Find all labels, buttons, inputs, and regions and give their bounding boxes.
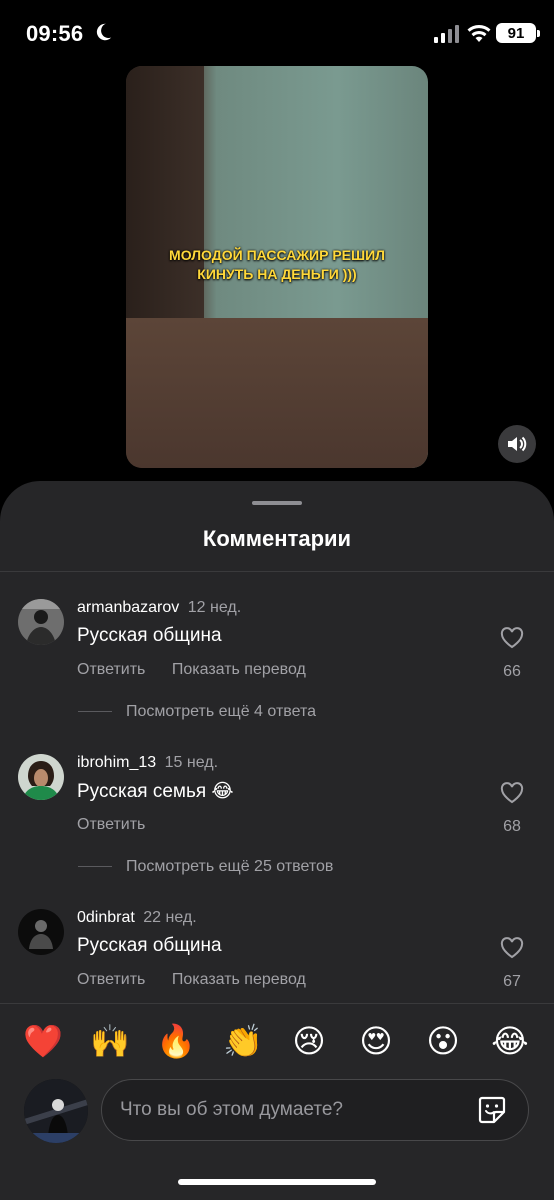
video-caption: МОЛОДОЙ ПАССАЖИР РЕШИЛ КИНУТЬ НА ДЕНЬГИ … bbox=[126, 246, 428, 284]
avatar-image bbox=[18, 909, 64, 955]
comment-actions: Ответить Показать перевод bbox=[77, 661, 328, 679]
avatar-image bbox=[18, 599, 64, 645]
comment-actions: Ответить bbox=[77, 816, 167, 834]
sticker-icon[interactable] bbox=[476, 1094, 508, 1126]
comment-time: 12 нед. bbox=[187, 599, 242, 616]
translate-button[interactable]: Показать перевод bbox=[172, 971, 306, 988]
status-bar: 09:56 91 bbox=[0, 0, 554, 66]
comment-time: 15 нед. bbox=[164, 754, 219, 771]
view-replies-button[interactable]: Посмотреть ещё 4 ответа bbox=[78, 703, 316, 721]
video-frame-floor bbox=[126, 318, 428, 468]
comment-input-placeholder: Что вы об этом думаете? bbox=[120, 1099, 343, 1120]
avatar[interactable] bbox=[18, 599, 64, 645]
reactions-divider bbox=[0, 1003, 554, 1004]
username[interactable]: 0dinbrat bbox=[77, 909, 135, 926]
reaction-heart-eyes[interactable]: 😍 bbox=[354, 1019, 398, 1063]
wifi-icon bbox=[467, 25, 491, 42]
video-player[interactable]: МОЛОДОЙ ПАССАЖИР РЕШИЛ КИНУТЬ НА ДЕНЬГИ … bbox=[126, 66, 428, 468]
reaction-surprised[interactable]: 😮 bbox=[421, 1019, 465, 1063]
sheet-title: Комментарии bbox=[202, 526, 352, 551]
like-count: 66 bbox=[503, 663, 521, 680]
own-avatar[interactable] bbox=[24, 1079, 88, 1143]
comment-meta: ibrohim_13 15 нед. bbox=[77, 754, 218, 772]
heart-icon[interactable] bbox=[500, 627, 524, 649]
battery-indicator: 91 bbox=[496, 23, 540, 43]
comment-text: Русская община bbox=[77, 625, 222, 646]
drag-handle[interactable] bbox=[252, 501, 302, 505]
reaction-fire[interactable]: 🔥 bbox=[154, 1019, 198, 1063]
cellular-signal-icon bbox=[434, 25, 459, 43]
reaction-raised-hands[interactable]: 🙌 bbox=[88, 1019, 132, 1063]
reaction-cry[interactable]: 😢 bbox=[287, 1019, 331, 1063]
heart-icon[interactable] bbox=[500, 937, 524, 959]
reply-button[interactable]: Ответить bbox=[77, 661, 145, 678]
view-replies-label: Посмотреть ещё 25 ответов bbox=[126, 858, 334, 875]
comment-meta: 0dinbrat 22 нед. bbox=[77, 909, 197, 927]
view-replies-button[interactable]: Посмотреть ещё 25 ответов bbox=[78, 858, 333, 876]
reaction-clap[interactable]: 👏 bbox=[221, 1019, 265, 1063]
translate-button[interactable]: Показать перевод bbox=[172, 661, 306, 678]
avatar-image bbox=[24, 1079, 88, 1143]
speaker-icon bbox=[508, 436, 527, 452]
heart-icon[interactable] bbox=[500, 782, 524, 804]
view-replies-label: Посмотреть ещё 4 ответа bbox=[126, 703, 317, 720]
replies-line bbox=[78, 711, 112, 713]
reply-button[interactable]: Ответить bbox=[77, 971, 145, 988]
comment-text: Русская община bbox=[77, 935, 222, 956]
video-caption-line-1: МОЛОДОЙ ПАССАЖИР РЕШИЛ bbox=[169, 247, 385, 263]
replies-line bbox=[78, 866, 112, 868]
comment-meta: armanbazarov 12 нед. bbox=[77, 599, 241, 617]
reaction-bar: ❤️ 🙌 🔥 👏 😢 😍 😮 😂 bbox=[0, 1019, 554, 1063]
comment-text: Русская семья 😂 bbox=[77, 781, 234, 802]
moon-icon bbox=[96, 23, 112, 41]
reaction-laugh[interactable]: 😂 bbox=[488, 1019, 532, 1063]
header-divider bbox=[0, 571, 554, 572]
reaction-heart[interactable]: ❤️ bbox=[21, 1019, 65, 1063]
comment-actions: Ответить Показать перевод bbox=[77, 971, 328, 989]
comment-input[interactable]: Что вы об этом думаете? bbox=[101, 1079, 529, 1141]
video-caption-line-2: КИНУТЬ НА ДЕНЬГИ ))) bbox=[197, 266, 357, 282]
volume-button[interactable] bbox=[498, 425, 536, 463]
home-indicator[interactable] bbox=[178, 1179, 376, 1185]
avatar[interactable] bbox=[18, 754, 64, 800]
avatar[interactable] bbox=[18, 909, 64, 955]
clock: 09:56 bbox=[26, 21, 84, 46]
comments-sheet: Комментарии armanbazarov 12 нед. Русская… bbox=[0, 481, 554, 1200]
username[interactable]: armanbazarov bbox=[77, 599, 179, 616]
comment-time: 22 нед. bbox=[143, 909, 197, 926]
like-count: 68 bbox=[503, 818, 521, 835]
like-count: 67 bbox=[503, 973, 521, 990]
avatar-image bbox=[18, 754, 64, 800]
username[interactable]: ibrohim_13 bbox=[77, 754, 156, 771]
reply-button[interactable]: Ответить bbox=[77, 816, 145, 833]
